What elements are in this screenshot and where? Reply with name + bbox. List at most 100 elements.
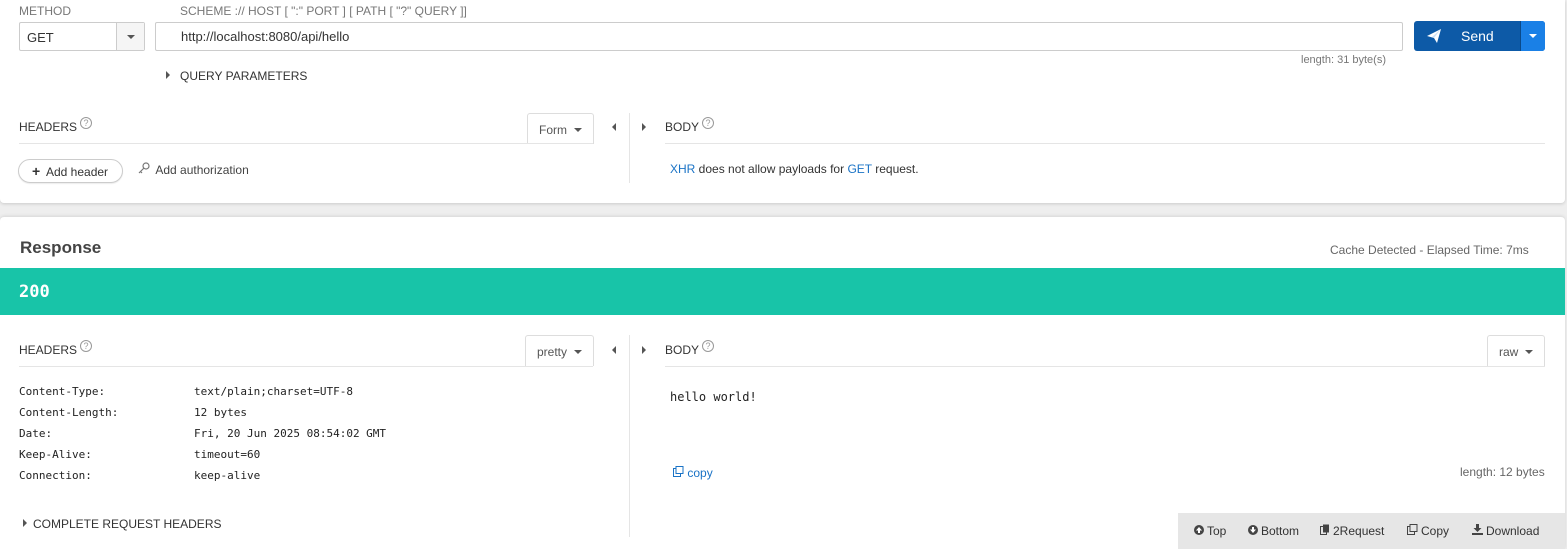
body-message: XHR does not allow payloads for GET requ… [670, 162, 919, 176]
header-name: Connection: [19, 469, 92, 482]
key-icon [138, 162, 153, 177]
response-body-title: BODY? [665, 340, 715, 357]
header-row: Keep-Alive: timeout=60 [19, 448, 260, 461]
help-icon[interactable]: ? [702, 340, 715, 352]
help-icon[interactable]: ? [80, 340, 93, 352]
scroll-bottom-button[interactable]: Bottom [1248, 524, 1299, 538]
response-toolbar: Top Bottom 2Request Copy Download [1178, 513, 1565, 549]
request-length: length: 31 byte(s) [1301, 54, 1386, 66]
send-button[interactable]: Send [1414, 21, 1520, 51]
body-message-end: request. [871, 162, 919, 176]
send-options-dropdown[interactable] [1520, 21, 1545, 51]
divider [629, 113, 630, 183]
url-input[interactable] [155, 22, 1403, 51]
method-label: METHOD [19, 4, 71, 18]
header-value: 12 bytes [194, 406, 247, 419]
to-request-label: 2Request [1333, 524, 1385, 538]
chevron-down-icon [574, 128, 582, 132]
header-name: Content-Length: [19, 406, 119, 419]
get-link[interactable]: GET [847, 162, 871, 176]
headers-mode-value: Form [539, 123, 567, 137]
download-label: Download [1486, 524, 1540, 538]
divider [629, 335, 630, 537]
header-value: Fri, 20 Jun 2025 08:54:02 GMT [194, 427, 387, 440]
chevron-right-icon [23, 519, 27, 527]
copy-button[interactable]: Copy [1407, 524, 1449, 538]
chevron-down-icon [1525, 350, 1533, 354]
arrow-down-circle-icon [1248, 525, 1258, 538]
header-row: Date: Fri, 20 Jun 2025 08:54:02 GMT [19, 427, 386, 440]
query-parameters-label: QUERY PARAMETERS [180, 69, 308, 83]
arrow-up-circle-icon [1194, 525, 1204, 538]
response-panel: Response Cache Detected - Elapsed Time: … [0, 217, 1565, 549]
response-body-content: hello world! [670, 390, 757, 404]
divider [665, 366, 1545, 367]
body-message-text: does not allow payloads for [695, 162, 848, 176]
header-name: Date: [19, 427, 53, 440]
collapse-right-icon[interactable] [642, 123, 646, 131]
collapse-right-icon[interactable] [642, 346, 646, 354]
document-icon [1320, 524, 1330, 538]
chevron-down-icon [1529, 34, 1537, 38]
header-row: Content-Type: text/plain;charset=UTF-8 [19, 385, 353, 398]
response-headers-mode-value: pretty [537, 345, 568, 359]
header-name: Keep-Alive: [19, 448, 92, 461]
status-bar: 200 [0, 268, 1565, 315]
headers-mode-select[interactable]: Form [527, 113, 594, 144]
xhr-link[interactable]: XHR [670, 162, 695, 176]
request-body-title: BODY? [665, 117, 715, 134]
complete-request-headers-label: COMPLETE REQUEST HEADERS [33, 517, 222, 531]
response-body-label: BODY [665, 343, 700, 357]
add-authorization-link[interactable]: Add authorization [138, 162, 249, 177]
download-icon [1472, 524, 1483, 538]
response-body-mode-select[interactable]: raw [1487, 335, 1545, 366]
chevron-down-icon [127, 35, 135, 39]
send-icon [1427, 29, 1441, 46]
request-panel: METHOD SCHEME :// HOST [ ":" PORT ] [ PA… [0, 0, 1565, 203]
header-value: keep-alive [194, 469, 261, 482]
copy-icon [673, 466, 687, 480]
header-row: Content-Length: 12 bytes [19, 406, 247, 419]
copy-label: Copy [1421, 524, 1450, 538]
method-value: GET [27, 30, 54, 45]
to-request-button[interactable]: 2Request [1320, 524, 1384, 538]
chevron-down-icon [574, 350, 582, 354]
top-label: Top [1207, 524, 1227, 538]
send-button-group: Send [1414, 21, 1545, 51]
add-authorization-label: Add authorization [155, 163, 249, 177]
divider [19, 143, 593, 144]
help-icon[interactable]: ? [702, 117, 715, 129]
response-headers-mode-select[interactable]: pretty [525, 335, 594, 366]
header-value: timeout=60 [194, 448, 261, 461]
collapse-left-icon[interactable] [612, 346, 616, 354]
copy-body-link[interactable]: copy [673, 466, 713, 480]
download-button[interactable]: Download [1472, 524, 1539, 538]
url-hint: SCHEME :// HOST [ ":" PORT ] [ PATH [ "?… [180, 4, 467, 18]
collapse-left-icon[interactable] [612, 123, 616, 131]
method-select[interactable]: GET [19, 22, 145, 51]
response-headers-label: HEADERS [19, 343, 78, 357]
add-header-label: Add header [46, 165, 109, 179]
copy-label: copy [687, 466, 713, 480]
request-body-label: BODY [665, 120, 700, 134]
header-value: text/plain;charset=UTF-8 [194, 385, 353, 398]
response-length: length: 12 bytes [1460, 465, 1545, 479]
method-dropdown-button[interactable] [116, 23, 144, 50]
cache-status: Cache Detected - Elapsed Time: 7ms [1330, 243, 1529, 257]
response-body-mode-value: raw [1499, 345, 1519, 359]
request-headers-label: HEADERS [19, 120, 78, 134]
scroll-top-button[interactable]: Top [1194, 524, 1226, 538]
divider [19, 366, 593, 367]
response-title: Response [20, 238, 102, 257]
bottom-label: Bottom [1261, 524, 1300, 538]
add-header-button[interactable]: + Add header [18, 159, 123, 183]
header-name: Content-Type: [19, 385, 106, 398]
help-icon[interactable]: ? [80, 117, 93, 129]
plus-icon: + [32, 163, 41, 179]
divider [665, 143, 1545, 144]
response-headers-title: HEADERS? [19, 340, 93, 357]
request-headers-title: HEADERS? [19, 117, 93, 134]
header-row: Connection: keep-alive [19, 469, 260, 482]
send-label: Send [1461, 28, 1494, 44]
copy-icon [1407, 524, 1418, 538]
